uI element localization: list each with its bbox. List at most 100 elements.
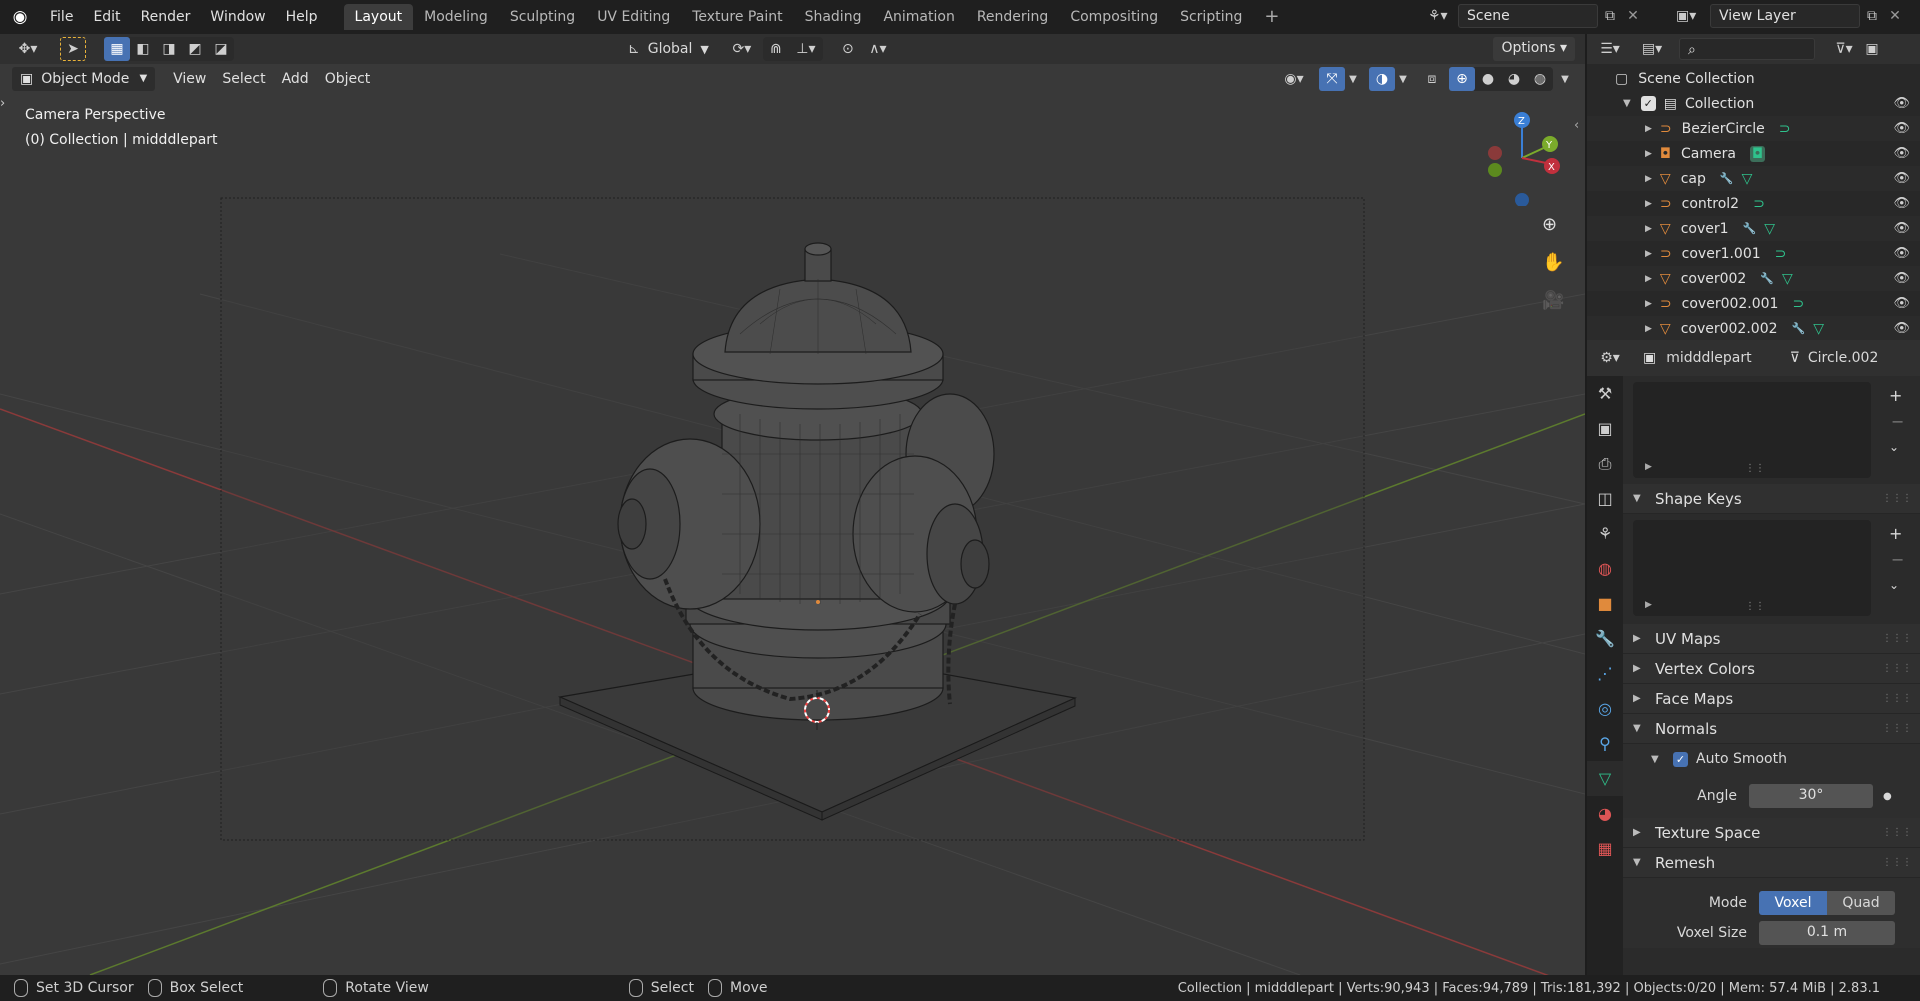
menu-file[interactable]: File <box>40 0 83 34</box>
curve-data-icon[interactable]: ⊃ <box>1775 246 1787 262</box>
outliner-item[interactable]: ▶ ⊃ cover1.001 ⊃ 👁 <box>1587 241 1920 266</box>
delete-view-layer-icon[interactable]: ✕ <box>1884 8 1906 24</box>
vertex-colors-panel-header[interactable]: ▶ Vertex Colors ⋮⋮⋮ <box>1623 654 1920 684</box>
neg-z-axis-icon[interactable] <box>1515 193 1529 206</box>
expand-arrow-icon[interactable]: ▶ <box>1645 224 1652 234</box>
camera-data-icon[interactable]: ◘ <box>1749 145 1766 162</box>
texture-space-panel-header[interactable]: ▶ Texture Space ⋮⋮⋮ <box>1623 818 1920 848</box>
remesh-panel-header[interactable]: ▼ Remesh ⋮⋮⋮ <box>1623 848 1920 878</box>
expand-arrow-icon[interactable]: ▶ <box>1645 149 1652 159</box>
view-layer-icon[interactable]: ▣▾ <box>1676 8 1710 24</box>
collection-row[interactable]: ▼ ✓ ▤ Collection 👁 <box>1587 91 1920 116</box>
blender-logo-icon[interactable]: ◉ <box>0 7 40 27</box>
expand-arrow-icon[interactable]: ▶ <box>1645 274 1652 284</box>
modifier-icon[interactable]: 🔧 <box>1743 222 1757 235</box>
vertex-groups-list[interactable]: ▶ ⋮⋮ <box>1633 382 1871 478</box>
neg-y-axis-icon[interactable] <box>1488 163 1502 177</box>
outliner-item[interactable]: ▶ ◘ Camera ◘ 👁 <box>1587 141 1920 166</box>
voxel-size-field[interactable]: 0.1 m <box>1759 921 1895 945</box>
drag-handle-icon[interactable]: ⋮⋮⋮ <box>1882 633 1912 644</box>
tab-compositing[interactable]: Compositing <box>1059 4 1169 30</box>
pan-hand-icon[interactable]: ✋ <box>1542 252 1564 273</box>
uv-maps-panel-header[interactable]: ▶ UV Maps ⋮⋮⋮ <box>1623 624 1920 654</box>
tab-scripting[interactable]: Scripting <box>1169 4 1253 30</box>
expand-arrow-icon[interactable]: ▼ <box>1623 98 1631 109</box>
quad-mode-button[interactable]: Quad <box>1827 891 1895 915</box>
expand-list-icon[interactable]: ▶ <box>1645 462 1652 472</box>
texture-tab-icon[interactable]: ▦ <box>1587 831 1623 866</box>
add-vertex-group-button[interactable]: + <box>1889 386 1902 405</box>
menu-render[interactable]: Render <box>131 0 201 34</box>
eye-icon[interactable]: 👁 <box>1893 321 1910 336</box>
scene-field[interactable]: Scene <box>1458 4 1598 28</box>
view-layer-tab-icon[interactable]: ◫ <box>1587 481 1623 516</box>
face-maps-panel-header[interactable]: ▶ Face Maps ⋮⋮⋮ <box>1623 684 1920 714</box>
tab-animation[interactable]: Animation <box>872 4 965 30</box>
shape-keys-list[interactable]: ▶ ⋮⋮ <box>1633 520 1871 616</box>
editor-type-icon[interactable]: ☰▾ <box>1591 37 1629 61</box>
drag-handle-icon[interactable]: ⋮⋮⋮ <box>1882 857 1912 868</box>
drag-handle-icon[interactable]: ⋮⋮⋮ <box>1882 493 1912 504</box>
curve-data-icon[interactable]: ⊃ <box>1792 296 1804 312</box>
outliner-item[interactable]: ▶ ▽ cover002.002 🔧 ▽ 👁 <box>1587 316 1920 341</box>
tab-modeling[interactable]: Modeling <box>413 4 499 30</box>
particles-tab-icon[interactable]: ⋰ <box>1587 656 1623 691</box>
mesh-data-icon[interactable]: ▽ <box>1813 321 1824 337</box>
scene-tab-icon[interactable]: ⚘ <box>1587 516 1623 551</box>
drag-handle-icon[interactable]: ⋮⋮⋮ <box>1882 827 1912 838</box>
outliner-search-input[interactable]: ⌕ <box>1679 38 1815 60</box>
expand-arrow-icon[interactable]: ▶ <box>1645 299 1652 309</box>
3d-viewport[interactable]: ✥▾ ➤ ▦ ◧ ◨ ◩ ◪ ⊾ Global ▼ ⟳▾ ⋒ ⊥▾ ⊙ ∧▾ O… <box>0 34 1585 975</box>
curve-data-icon[interactable]: ⊃ <box>1779 121 1791 137</box>
filter-icon[interactable]: ⊽▾ <box>1827 37 1861 61</box>
voxel-mode-button[interactable]: Voxel <box>1759 891 1827 915</box>
tab-uv-editing[interactable]: UV Editing <box>586 4 681 30</box>
tab-layout[interactable]: Layout <box>343 4 414 30</box>
sidebar-toggle-icon[interactable]: ‹ <box>1574 118 1579 133</box>
eye-icon[interactable]: 👁 <box>1893 221 1910 236</box>
render-tab-icon[interactable]: ▣ <box>1587 411 1623 446</box>
new-view-layer-icon[interactable]: ⧉ <box>1860 8 1884 24</box>
tab-sculpting[interactable]: Sculpting <box>499 4 586 30</box>
eye-icon[interactable]: 👁 <box>1893 171 1910 186</box>
auto-smooth-checkbox[interactable]: ✓ <box>1673 751 1688 767</box>
eye-icon[interactable]: 👁 <box>1893 121 1910 136</box>
menu-edit[interactable]: Edit <box>83 0 130 34</box>
mesh-data-tab-icon[interactable]: ▽ <box>1587 761 1623 796</box>
shape-keys-panel-header[interactable]: ▼ Shape Keys ⋮⋮⋮ <box>1623 484 1920 514</box>
drag-handle-icon[interactable]: ⋮⋮⋮ <box>1882 663 1912 674</box>
modifier-icon[interactable]: 🔧 <box>1720 172 1734 185</box>
expand-list-icon[interactable]: ▶ <box>1645 600 1652 610</box>
editor-type-icon[interactable]: ⚙▾ <box>1591 346 1629 370</box>
modifier-tab-icon[interactable]: 🔧 <box>1587 621 1623 656</box>
remove-vertex-group-button[interactable]: − <box>1891 412 1904 431</box>
drag-handle-icon[interactable]: ⋮⋮⋮ <box>1882 693 1912 704</box>
outliner-item[interactable]: ▶ ▽ cap 🔧 ▽ 👁 <box>1587 166 1920 191</box>
tab-texture-paint[interactable]: Texture Paint <box>681 4 793 30</box>
angle-field[interactable]: 30° <box>1749 784 1873 808</box>
display-mode-icon[interactable]: ▤▾ <box>1633 37 1671 61</box>
collection-checkbox[interactable]: ✓ <box>1640 96 1656 111</box>
delete-scene-icon[interactable]: ✕ <box>1622 8 1644 24</box>
resize-handle-icon[interactable]: ⋮⋮ <box>1745 601 1765 612</box>
toolbar-expand-icon[interactable]: › <box>0 96 5 111</box>
mesh-data-icon[interactable]: ▽ <box>1742 171 1753 187</box>
zoom-icon[interactable]: ⊕ <box>1542 214 1557 235</box>
shape-key-menu-icon[interactable]: ⌄ <box>1889 578 1899 592</box>
outliner-item[interactable]: ▶ ⊃ cover002.001 ⊃ 👁 <box>1587 291 1920 316</box>
collapse-arrow-icon[interactable]: ▼ <box>1651 754 1665 765</box>
world-tab-icon[interactable]: ◍ <box>1587 551 1623 586</box>
physics-tab-icon[interactable]: ◎ <box>1587 691 1623 726</box>
mesh-data-icon[interactable]: ▽ <box>1764 221 1775 237</box>
vertex-group-menu-icon[interactable]: ⌄ <box>1889 440 1899 454</box>
normals-panel-header[interactable]: ▼ Normals ⋮⋮⋮ <box>1623 714 1920 744</box>
expand-arrow-icon[interactable]: ▶ <box>1645 174 1652 184</box>
tab-rendering[interactable]: Rendering <box>966 4 1060 30</box>
add-workspace-icon[interactable]: + <box>1253 4 1290 30</box>
constraints-tab-icon[interactable]: ⚲ <box>1587 726 1623 761</box>
new-scene-icon[interactable]: ⧉ <box>1598 8 1622 24</box>
curve-data-icon[interactable]: ⊃ <box>1753 196 1765 212</box>
outliner-item[interactable]: ▶ ▽ cover002 🔧 ▽ 👁 <box>1587 266 1920 291</box>
menu-window[interactable]: Window <box>200 0 275 34</box>
new-collection-icon[interactable]: ▣ <box>1861 37 1883 61</box>
